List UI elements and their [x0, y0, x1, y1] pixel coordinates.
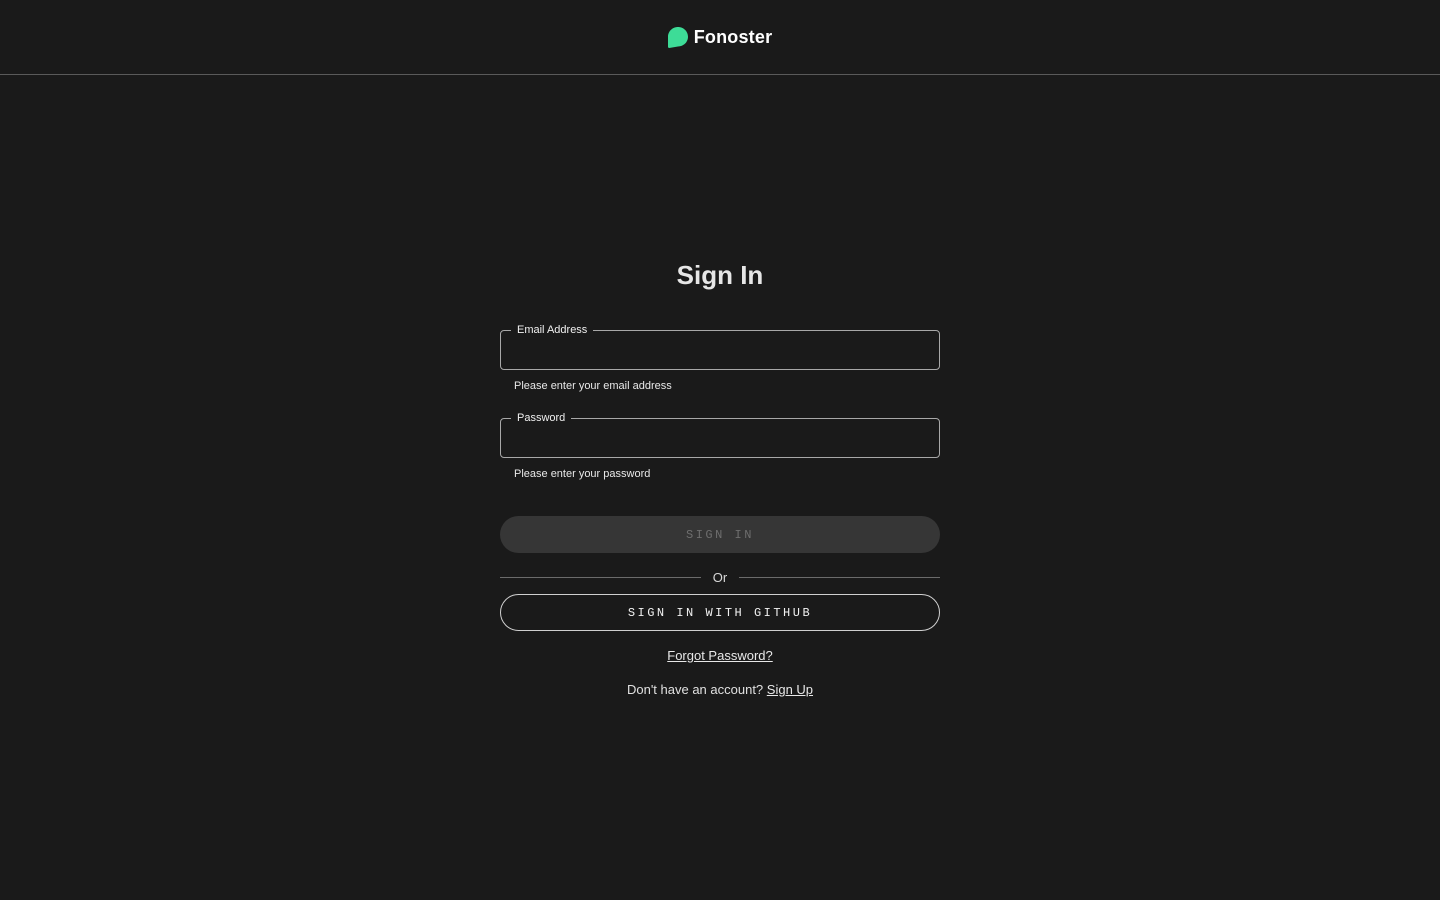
password-label: Password: [511, 411, 572, 425]
top-bar: Fonoster: [0, 0, 1440, 75]
email-label: Email Address: [511, 323, 594, 337]
forgot-password-row: Forgot Password?: [500, 648, 940, 664]
divider-line-left: [500, 576, 701, 578]
divider-line-right: [739, 576, 941, 578]
signup-link[interactable]: Sign Up: [767, 682, 813, 697]
password-field: Password: [500, 411, 940, 458]
forgot-password-link[interactable]: Forgot Password?: [667, 648, 773, 663]
email-field: Email Address: [500, 323, 940, 370]
page-title: Sign In: [676, 260, 764, 290]
signup-prompt: Don't have an account?: [626, 682, 767, 697]
sign-in-form: Sign In Email Address Please enter your …: [500, 255, 941, 698]
brand-name: Fonoster: [693, 26, 773, 47]
email-helper-text: Please enter your email address: [514, 380, 672, 392]
github-sign-in-button[interactable]: Sign in with Github: [500, 594, 940, 631]
speech-bubble-icon: [667, 26, 688, 48]
password-helper-text: Please enter your password: [514, 468, 651, 480]
signup-row: Don't have an account? Sign Up: [500, 682, 940, 698]
divider-text: Or: [712, 569, 728, 585]
sign-in-button[interactable]: Sign In: [500, 516, 940, 553]
brand[interactable]: Fonoster: [667, 26, 773, 48]
or-divider: Or: [500, 568, 941, 586]
